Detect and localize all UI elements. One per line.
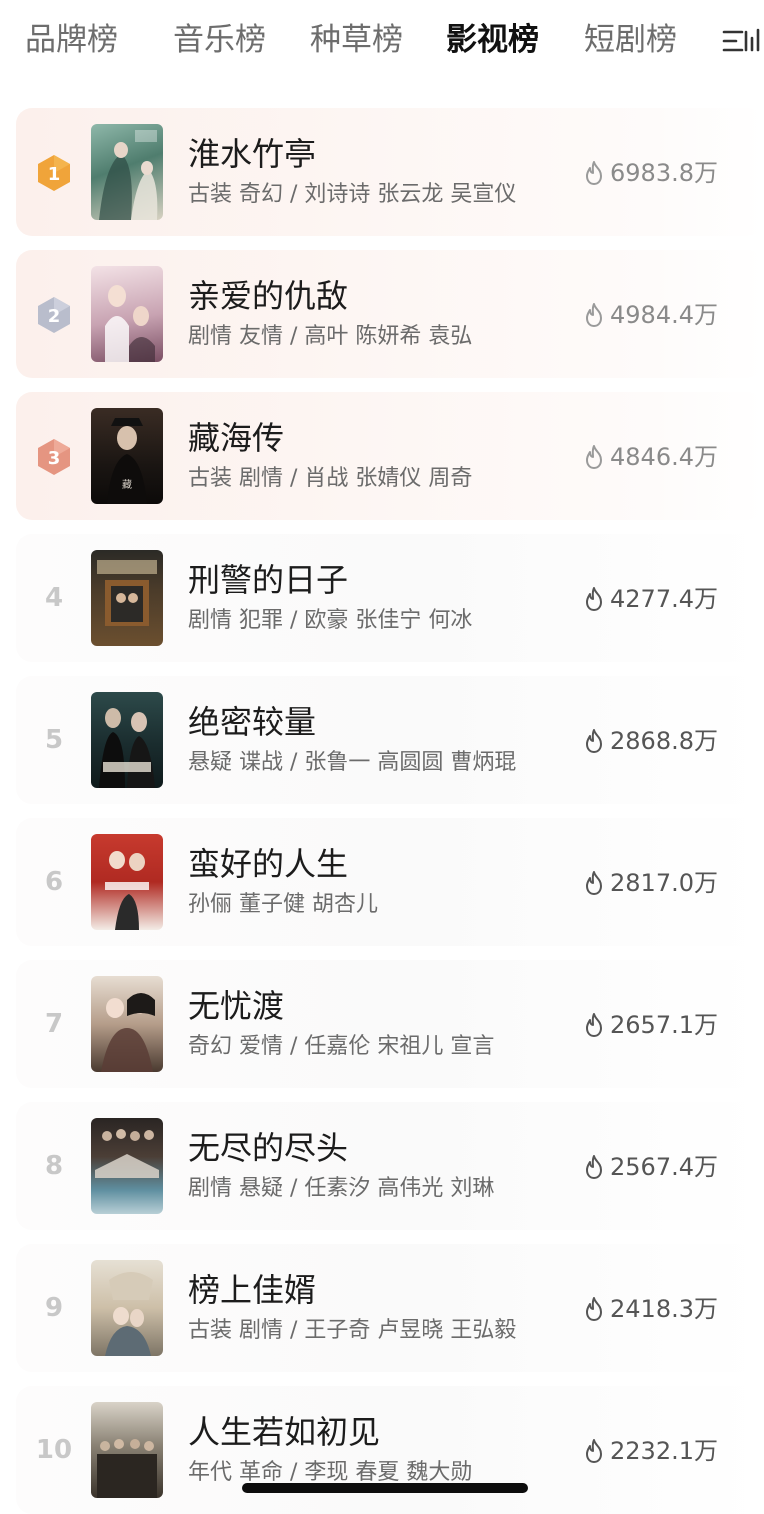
rank-number: 5 <box>44 725 64 755</box>
poster-image <box>91 124 163 220</box>
poster-image <box>91 1260 163 1356</box>
heat-score: 2868.8万 <box>582 722 718 760</box>
rank-number: 7 <box>44 1009 64 1039</box>
heat-score: 4984.4万 <box>582 296 718 334</box>
flame-icon <box>586 871 603 895</box>
flame-icon <box>586 445 603 469</box>
filter-button[interactable] <box>722 26 762 56</box>
rank-number: 8 <box>44 1151 64 1181</box>
ranking-tab-bar: 品牌榜 音乐榜 种草榜 影视榜 短剧榜 <box>0 0 764 84</box>
flame-icon <box>586 1013 603 1037</box>
heat-value: 2232.1万 <box>610 1437 718 1465</box>
heat-value: 2868.8万 <box>610 727 718 755</box>
filter-icon <box>722 28 760 52</box>
poster-image <box>91 834 163 930</box>
show-meta: 剧情 友情 / 高叶 陈妍希 袁弘 <box>188 324 473 349</box>
tab-film-tv[interactable]: 影视榜 <box>446 18 539 62</box>
heat-value: 4277.4万 <box>610 585 718 613</box>
flame-icon <box>586 729 603 753</box>
show-title: 无忧渡 <box>188 987 285 1025</box>
heat-value: 4846.4万 <box>610 443 718 471</box>
show-title: 人生若如初见 <box>188 1413 381 1451</box>
svg-text:藏: 藏 <box>122 479 132 491</box>
show-title: 蛮好的人生 <box>188 845 349 883</box>
heat-value: 2657.1万 <box>610 1011 718 1039</box>
flame-icon <box>586 1297 603 1321</box>
heat-value: 2817.0万 <box>610 869 718 897</box>
heat-value: 6983.8万 <box>610 159 718 187</box>
rank-number: 9 <box>44 1293 64 1323</box>
show-meta: 古装 剧情 / 肖战 张婧仪 周奇 <box>188 466 473 491</box>
silver-rank-badge-icon: 2 <box>38 297 70 333</box>
show-meta: 古装 剧情 / 王子奇 卢昱晓 王弘毅 <box>188 1318 517 1343</box>
rank-number: 1 <box>48 164 61 185</box>
flame-icon <box>586 1439 603 1463</box>
show-meta: 悬疑 谍战 / 张鲁一 高圆圆 曹炳琨 <box>188 750 517 775</box>
ranking-item[interactable]: 10 人生若如初见 年代 革命 / 李现 春夏 魏大勋 2232.1万 <box>16 1386 764 1514</box>
heat-score: 6983.8万 <box>582 154 718 192</box>
heat-value: 2567.4万 <box>610 1153 718 1181</box>
ranking-item[interactable]: 6 蛮好的人生 孙俪 董子健 胡杏儿 2817.0万 <box>16 818 764 946</box>
show-meta: 古装 奇幻 / 刘诗诗 张云龙 吴宣仪 <box>188 182 517 207</box>
heat-score: 4846.4万 <box>582 438 718 476</box>
heat-value: 4984.4万 <box>610 301 718 329</box>
poster-image <box>91 976 163 1072</box>
heat-score: 2817.0万 <box>582 864 718 902</box>
rank-number: 2 <box>48 306 61 327</box>
show-title: 无尽的尽头 <box>188 1129 349 1167</box>
poster-image <box>91 692 163 788</box>
flame-icon <box>586 1155 603 1179</box>
heat-score: 2567.4万 <box>582 1148 718 1186</box>
poster-image <box>91 1118 163 1214</box>
ranking-item[interactable]: 1 淮水竹亭 古装 奇幻 / 刘诗诗 张云龙 吴宣仪 6983.8万 <box>16 108 764 236</box>
bronze-rank-badge-icon: 3 <box>38 439 70 475</box>
heat-score: 4277.4万 <box>582 580 718 618</box>
ranking-item[interactable]: 3 藏 藏海传 古装 剧情 / 肖战 张婧仪 周奇 4846.4万 <box>16 392 764 520</box>
flame-icon <box>586 161 603 185</box>
ranking-item[interactable]: 9 榜上佳婿 古装 剧情 / 王子奇 卢昱晓 王弘毅 2418.3万 <box>16 1244 764 1372</box>
gold-rank-badge-icon: 1 <box>38 155 70 191</box>
ranking-item[interactable]: 4 刑警的日子 剧情 犯罪 / 欧豪 张佳宁 何冰 4277.4万 <box>16 534 764 662</box>
heat-score: 2418.3万 <box>582 1290 718 1328</box>
show-meta: 剧情 犯罪 / 欧豪 张佳宁 何冰 <box>188 608 473 633</box>
tab-short-drama[interactable]: 短剧榜 <box>584 18 677 62</box>
show-title: 榜上佳婿 <box>188 1271 317 1309</box>
poster-image <box>91 1402 163 1498</box>
poster-image <box>91 550 163 646</box>
show-meta: 奇幻 爱情 / 任嘉伦 宋祖儿 宣言 <box>188 1034 495 1059</box>
show-title: 刑警的日子 <box>188 561 349 599</box>
show-meta: 剧情 悬疑 / 任素汐 高伟光 刘琳 <box>188 1176 495 1201</box>
heat-score: 2232.1万 <box>582 1432 718 1470</box>
home-indicator[interactable] <box>242 1483 528 1493</box>
tab-brand[interactable]: 品牌榜 <box>25 18 118 62</box>
show-title: 淮水竹亭 <box>188 135 317 173</box>
ranking-item[interactable]: 8 无尽的尽头 剧情 悬疑 / 任素汐 高伟光 刘琳 2567.4万 <box>16 1102 764 1230</box>
show-title: 藏海传 <box>188 419 285 457</box>
flame-icon <box>586 587 603 611</box>
rank-number: 6 <box>44 867 64 897</box>
ranking-item[interactable]: 7 无忧渡 奇幻 爱情 / 任嘉伦 宋祖儿 宣言 2657.1万 <box>16 960 764 1088</box>
poster-image: 藏 <box>91 408 163 504</box>
tab-recommend[interactable]: 种草榜 <box>310 18 403 62</box>
tab-music[interactable]: 音乐榜 <box>173 18 266 62</box>
show-title: 亲爱的仇敌 <box>188 277 349 315</box>
rank-number: 10 <box>35 1435 73 1465</box>
show-meta: 孙俪 董子健 胡杏儿 <box>188 892 378 917</box>
heat-value: 2418.3万 <box>610 1295 718 1323</box>
ranking-item[interactable]: 5 绝密较量 悬疑 谍战 / 张鲁一 高圆圆 曹炳琨 2868.8万 <box>16 676 764 804</box>
heat-score: 2657.1万 <box>582 1006 718 1044</box>
flame-icon <box>586 303 603 327</box>
ranking-item[interactable]: 2 亲爱的仇敌 剧情 友情 / 高叶 陈妍希 袁弘 4984.4万 <box>16 250 764 378</box>
poster-image <box>91 266 163 362</box>
show-title: 绝密较量 <box>188 703 317 741</box>
rank-number: 4 <box>44 583 64 613</box>
rank-number: 3 <box>48 448 61 469</box>
